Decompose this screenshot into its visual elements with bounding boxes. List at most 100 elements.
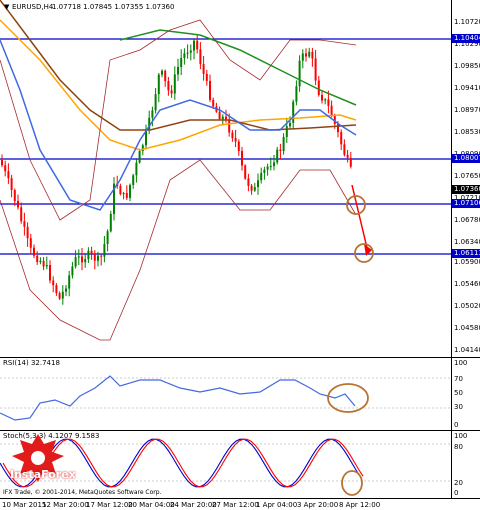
- candle-body: [13, 190, 16, 202]
- candle-body: [330, 105, 333, 116]
- chart-menu-icon[interactable]: ▼: [4, 3, 9, 11]
- candle-body: [228, 119, 231, 133]
- candle-body: [177, 66, 179, 75]
- time-tick: 20 Mar 04:00: [128, 501, 175, 509]
- candle-body: [39, 260, 42, 263]
- price-tick: 1.08530: [454, 128, 480, 136]
- level-tag-bottom: 1.06113: [452, 249, 480, 258]
- candle-body: [196, 40, 199, 50]
- candle-body: [295, 86, 298, 102]
- time-tick: 3 Apr 20:00: [297, 501, 339, 509]
- candle-body: [23, 221, 26, 227]
- candle-body: [180, 57, 183, 67]
- time-tick: 27 Mar 12:00: [212, 501, 259, 509]
- rsi-title: RSI(14) 32.7418: [3, 359, 60, 367]
- candle-body: [26, 226, 29, 239]
- candle-body: [244, 165, 247, 179]
- candle-body: [52, 280, 55, 286]
- candle-body: [106, 231, 109, 244]
- level-tag-lower: 1.07106: [452, 199, 480, 208]
- candle-body: [164, 70, 167, 82]
- rsi-tick: 30: [454, 403, 463, 411]
- price-tick: 1.04580: [454, 324, 480, 332]
- candle-body: [343, 144, 346, 155]
- candle-body: [125, 193, 128, 198]
- candle-body: [68, 275, 71, 289]
- price-chart-pane[interactable]: ▼ EURUSD,H4 1.07718 1.07845 1.07355 1.07…: [0, 0, 480, 357]
- candle-body: [199, 49, 202, 65]
- candle-body: [183, 53, 186, 58]
- candle-body: [189, 50, 192, 53]
- candle-body: [193, 40, 195, 51]
- candle-body: [97, 255, 99, 261]
- rsi-pane[interactable]: RSI(14) 32.7418 100 70 50 30 0: [0, 357, 480, 430]
- candle-body: [55, 285, 58, 294]
- candle-body: [119, 186, 122, 195]
- candle-body: [61, 291, 64, 299]
- candle-body: [301, 53, 304, 61]
- candle-body: [205, 73, 208, 81]
- candle-body: [90, 250, 93, 254]
- price-tick: 1.06340: [454, 238, 480, 246]
- candle-body: [289, 122, 291, 127]
- candle-body: [81, 256, 83, 263]
- annotation-circle-lower: [354, 243, 374, 263]
- candle-body: [321, 94, 323, 101]
- candle-body: [324, 99, 327, 101]
- stoch-tick: 80: [454, 443, 463, 451]
- candle-body: [42, 260, 45, 267]
- candle-body: [17, 201, 19, 208]
- stoch-tick: 0: [454, 489, 459, 497]
- price-chart-canvas[interactable]: [0, 0, 480, 357]
- candle-body: [129, 184, 131, 198]
- candle-body: [314, 58, 317, 81]
- candle-body: [154, 94, 157, 111]
- candle-body: [87, 250, 90, 260]
- candle-body: [305, 53, 307, 57]
- rsi-canvas[interactable]: [0, 358, 480, 431]
- time-tick: 24 Mar 20:00: [170, 501, 217, 509]
- candle-body: [74, 257, 77, 267]
- current-price-tag: 1.07360: [452, 185, 480, 194]
- candle-body: [234, 138, 237, 142]
- candle-body: [237, 141, 240, 152]
- candle-body: [58, 293, 61, 299]
- candle-body: [340, 132, 343, 145]
- time-tick: 17 Mar 12:00: [86, 501, 133, 509]
- price-tick: 1.10720: [454, 18, 480, 26]
- time-tick: 10 Mar 2015: [2, 501, 47, 509]
- candle-body: [84, 259, 87, 263]
- price-tick: 1.04140: [454, 346, 480, 354]
- logo-text: InstaForex: [10, 468, 76, 481]
- candle-body: [337, 124, 339, 133]
- candle-body: [161, 70, 163, 75]
- candle-body: [346, 154, 349, 158]
- rsi-tick: 100: [454, 359, 468, 367]
- rsi-tick: 70: [454, 375, 463, 383]
- candle-body: [167, 81, 170, 91]
- candle-body: [122, 193, 125, 195]
- candle-body: [4, 165, 7, 172]
- candle-body: [247, 178, 250, 186]
- time-axis: 10 Mar 2015 12 Mar 20:00 17 Mar 12:00 20…: [0, 498, 480, 510]
- candle-body: [221, 116, 224, 120]
- candle-body: [132, 175, 135, 185]
- candle-body: [173, 74, 176, 94]
- candle-body: [257, 180, 259, 188]
- price-tick: 1.05020: [454, 302, 480, 310]
- level-tag-mid: 1.08007: [452, 154, 480, 163]
- candle-body: [260, 172, 263, 181]
- time-tick: 8 Apr 12:00: [339, 501, 381, 509]
- candle-body: [317, 80, 320, 95]
- rsi-tick: 50: [454, 389, 463, 397]
- price-tick: 1.05900: [454, 258, 480, 266]
- candle-body: [241, 151, 243, 166]
- price-tick: 1.09410: [454, 84, 480, 92]
- candle-body: [202, 64, 205, 74]
- candle-body: [20, 207, 23, 222]
- ohlc-readout: 1.07718 1.07845 1.07355 1.07360: [52, 3, 175, 11]
- candle-body: [29, 238, 32, 248]
- candle-body: [327, 99, 330, 106]
- drop-arrow-line: [351, 184, 369, 253]
- candle-body: [103, 243, 106, 257]
